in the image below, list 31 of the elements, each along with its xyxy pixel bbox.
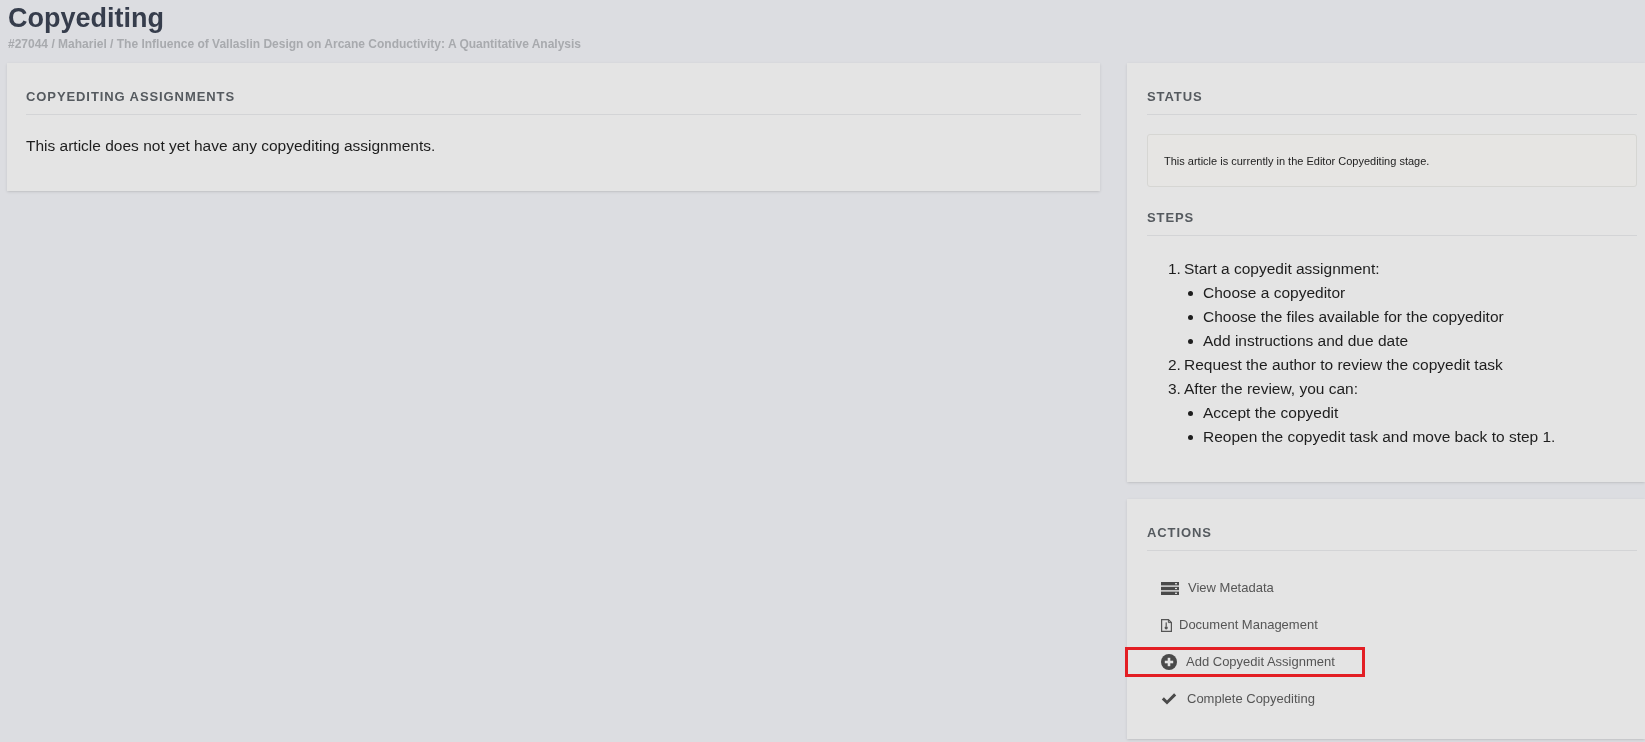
step-text: Accept the copyedit (1203, 403, 1339, 423)
step-text: Start a copyedit assignment: (1184, 259, 1380, 279)
panel-heading: ACTIONS (1147, 525, 1212, 540)
step-number: 2. (1168, 355, 1182, 375)
server-stack-icon (1161, 581, 1179, 595)
bullet-icon (1188, 434, 1193, 440)
step-text: Choose the files available for the copyeditor (1203, 307, 1504, 327)
bullet-icon (1188, 314, 1193, 320)
checkmark-icon (1161, 693, 1177, 705)
step-text: Request the author to review the copyedit task (1184, 355, 1503, 375)
step-text: Reopen the copyedit task and move back to step 1. (1203, 427, 1556, 447)
bullet-icon (1188, 338, 1193, 344)
status-text: This article is currently in the Editor Copyediting stage. (1164, 153, 1430, 169)
step-text: Add instructions and due date (1203, 331, 1409, 351)
step-number: 1. (1168, 259, 1182, 279)
plus-circle-icon (1161, 654, 1177, 670)
panel-heading: STEPS (1147, 210, 1195, 225)
action-link[interactable]: View Metadata (1161, 578, 1274, 598)
step-text: After the review, you can: (1184, 379, 1359, 399)
action-link[interactable]: Add Copyedit Assignment (1161, 652, 1335, 672)
bullet-icon (1188, 410, 1193, 416)
empty-message: This article does not yet have any copyediting assignments. (26, 136, 436, 156)
step-number: 3. (1168, 379, 1182, 399)
step-text: Choose a copyeditor (1203, 283, 1346, 303)
bullet-icon (1188, 290, 1193, 296)
action-link[interactable]: Document Management (1161, 615, 1318, 635)
panel-heading: STATUS (1147, 89, 1203, 104)
document-icon (1161, 618, 1172, 632)
panel-heading: COPYEDITING ASSIGNMENTS (26, 89, 235, 104)
page-title: Copyediting (8, 2, 164, 35)
action-link[interactable]: Complete Copyediting (1161, 689, 1315, 709)
